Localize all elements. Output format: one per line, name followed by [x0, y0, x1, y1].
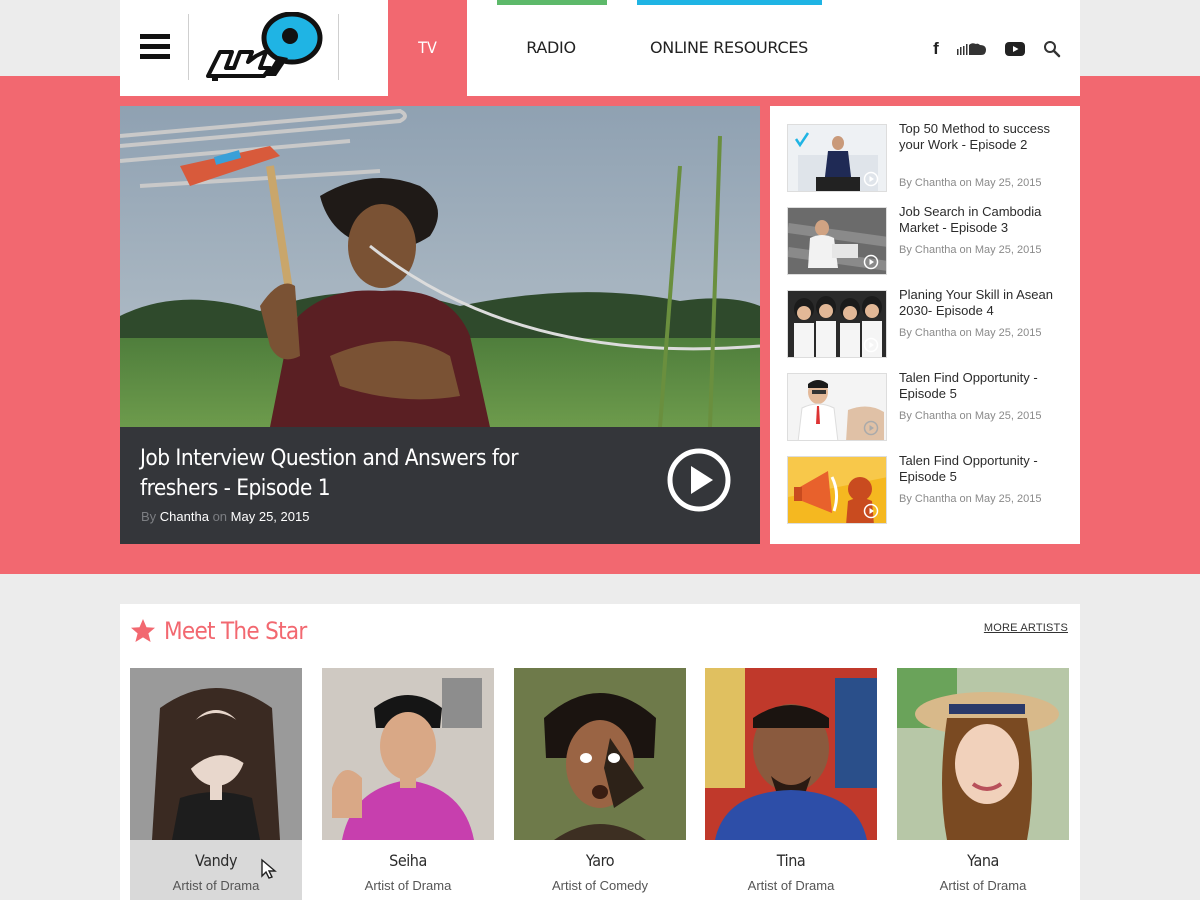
artist-role: Artist of Comedy — [551, 878, 649, 893]
artist-photo — [514, 668, 686, 840]
artist-role: Artist of Drama — [747, 878, 835, 893]
episode-title[interactable]: Planing Your Skill in Asean 2030- Episod… — [899, 287, 1069, 319]
search-icon[interactable] — [1042, 38, 1062, 60]
episode-thumbnail — [787, 373, 887, 441]
featured-video-thumbnail — [120, 106, 760, 427]
episode-item[interactable]: Talen Find Opportunity - Episode 5 By Ch… — [787, 453, 1080, 539]
divider — [188, 14, 189, 80]
episode-thumbnail — [787, 207, 887, 275]
featured-video-title[interactable]: Job Interview Question and Answers for f… — [140, 444, 600, 504]
episode-thumbnail — [787, 290, 887, 358]
artist-role: Artist of Drama — [939, 878, 1027, 893]
artist-card[interactable]: Seiha Artist of Drama — [322, 668, 494, 900]
featured-video-meta: By Chantha on May 25, 2015 — [141, 509, 309, 524]
artist-photo — [897, 668, 1069, 840]
mouse-cursor-icon — [261, 858, 277, 879]
artist-card[interactable]: Yaro Artist of Comedy — [514, 668, 686, 900]
play-icon — [863, 337, 879, 353]
soundcloud-icon[interactable] — [956, 38, 988, 60]
episode-meta: By Chantha on May 25, 2015 — [899, 177, 1042, 189]
on-label: on — [212, 509, 228, 524]
episode-item[interactable]: Top 50 Method to success your Work - Epi… — [787, 121, 1080, 207]
star-icon — [131, 619, 155, 642]
episode-title[interactable]: Top 50 Method to success your Work - Epi… — [899, 121, 1069, 153]
episode-title[interactable]: Talen Find Opportunity - Episode 5 — [899, 370, 1069, 402]
section-title: Meet The Star — [164, 617, 307, 645]
episode-meta: By Chantha on May 25, 2015 — [899, 244, 1042, 256]
artist-card[interactable]: Yana Artist of Drama — [897, 668, 1069, 900]
artist-name: Yaro — [585, 851, 615, 870]
section-header: Meet The Star — [130, 616, 322, 646]
episode-list: Top 50 Method to success your Work - Epi… — [770, 106, 1080, 544]
divider — [338, 14, 339, 80]
episode-item[interactable]: Talen Find Opportunity - Episode 5 By Ch… — [787, 370, 1080, 456]
logo-area — [120, 0, 388, 96]
episode-title[interactable]: Job Search in Cambodia Market - Episode … — [899, 204, 1069, 236]
artist-photo — [322, 668, 494, 840]
artist-card[interactable]: Tina Artist of Drama — [705, 668, 877, 900]
artist-name: Tina — [776, 851, 806, 870]
play-icon — [863, 254, 879, 270]
nav-tab-online-resources[interactable]: ONLINE RESOURCES — [636, 0, 822, 96]
artist-name: Seiha — [389, 851, 427, 870]
by-label: By — [141, 509, 157, 524]
episode-meta: By Chantha on May 25, 2015 — [899, 327, 1042, 339]
more-artists-link[interactable]: MORE ARTISTS — [984, 622, 1068, 634]
episode-title[interactable]: Talen Find Opportunity - Episode 5 — [899, 453, 1069, 485]
nav-tab-tv[interactable]: TV — [388, 0, 467, 96]
play-icon — [863, 420, 879, 436]
artist-role: Artist of Drama — [172, 878, 260, 893]
episode-thumbnail — [787, 456, 887, 524]
top-navigation-bar: TV RADIO ONLINE RESOURCES f — [120, 0, 1080, 96]
play-icon — [863, 503, 879, 519]
hamburger-menu-icon[interactable] — [140, 34, 170, 60]
episode-item[interactable]: Planing Your Skill in Asean 2030- Episod… — [787, 287, 1080, 373]
play-icon[interactable] — [666, 447, 732, 513]
episode-meta: By Chantha on May 25, 2015 — [899, 493, 1042, 505]
meet-the-star-section: Meet The Star MORE ARTISTS Vandy Artist … — [120, 604, 1080, 900]
artist-name: Yana — [967, 851, 999, 870]
artist-photo — [130, 668, 302, 840]
artist-photo — [705, 668, 877, 840]
author-link[interactable]: Chantha — [160, 509, 209, 524]
episode-item[interactable]: Job Search in Cambodia Market - Episode … — [787, 204, 1080, 290]
youtube-icon[interactable] — [1004, 38, 1026, 60]
facebook-icon[interactable]: f — [926, 38, 946, 60]
artist-card[interactable]: Vandy Artist of Drama — [130, 668, 302, 900]
episode-meta: By Chantha on May 25, 2015 — [899, 410, 1042, 422]
play-icon — [863, 171, 879, 187]
episode-thumbnail — [787, 124, 887, 192]
artist-role: Artist of Drama — [364, 878, 452, 893]
publish-date: May 25, 2015 — [230, 509, 310, 524]
brand-logo[interactable] — [204, 12, 324, 84]
featured-video[interactable]: Job Interview Question and Answers for f… — [120, 106, 760, 544]
nav-tab-radio[interactable]: RADIO — [496, 0, 606, 96]
